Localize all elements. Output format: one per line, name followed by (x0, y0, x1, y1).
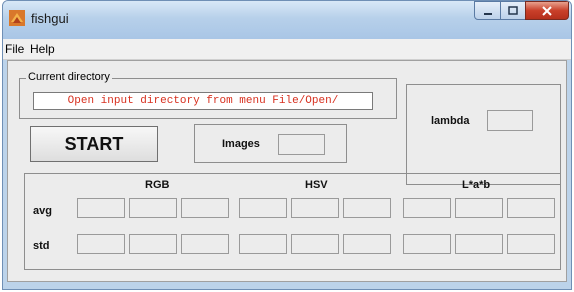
std-lab-a (455, 234, 503, 254)
std-lab-b (507, 234, 555, 254)
avg-rgb-r (77, 198, 125, 218)
avg-hsv-s (291, 198, 339, 218)
lambda-label: lambda (431, 115, 470, 127)
menu-bar: File Help (3, 39, 571, 60)
menu-file[interactable]: File (5, 42, 24, 56)
row-label-avg: avg (33, 205, 52, 217)
lambda-input[interactable] (487, 110, 533, 131)
std-hsv-v (343, 234, 391, 254)
minimize-icon (483, 12, 492, 15)
column-header-lab: L*a*b (462, 179, 491, 191)
avg-rgb-g (129, 198, 177, 218)
avg-rgb-b (181, 198, 229, 218)
std-hsv-s (291, 234, 339, 254)
current-directory-group: Current directory Open input directory f… (19, 71, 397, 119)
std-rgb-r (77, 234, 125, 254)
maximize-button[interactable] (500, 1, 526, 20)
std-hsv-h (239, 234, 287, 254)
title-bar[interactable]: fishgui (3, 1, 571, 39)
stats-panel: RGB HSV L*a*b avg std (24, 173, 561, 270)
current-directory-label: Current directory (26, 71, 112, 83)
app-window: fishgui File Help Current directory Open… (2, 0, 572, 290)
images-panel: Images (194, 124, 347, 163)
column-header-rgb: RGB (145, 179, 170, 191)
column-header-hsv: HSV (305, 179, 328, 191)
avg-lab-a (455, 198, 503, 218)
maximize-icon (508, 5, 518, 15)
avg-hsv-h (239, 198, 287, 218)
app-icon (9, 10, 25, 26)
start-button[interactable]: START (30, 126, 158, 162)
std-rgb-g (129, 234, 177, 254)
std-lab-l (403, 234, 451, 254)
close-button[interactable] (525, 1, 569, 20)
window-title: fishgui (31, 11, 69, 26)
menu-help[interactable]: Help (30, 42, 55, 56)
lambda-panel: lambda (406, 84, 561, 185)
close-icon (542, 5, 552, 16)
avg-hsv-v (343, 198, 391, 218)
minimize-button[interactable] (474, 1, 501, 20)
images-count (278, 134, 325, 155)
directory-display: Open input directory from menu File/Open… (33, 92, 373, 110)
avg-lab-l (403, 198, 451, 218)
main-panel: Current directory Open input directory f… (7, 60, 567, 282)
avg-lab-b (507, 198, 555, 218)
row-label-std: std (33, 240, 50, 252)
std-rgb-b (181, 234, 229, 254)
images-label: Images (222, 138, 260, 150)
